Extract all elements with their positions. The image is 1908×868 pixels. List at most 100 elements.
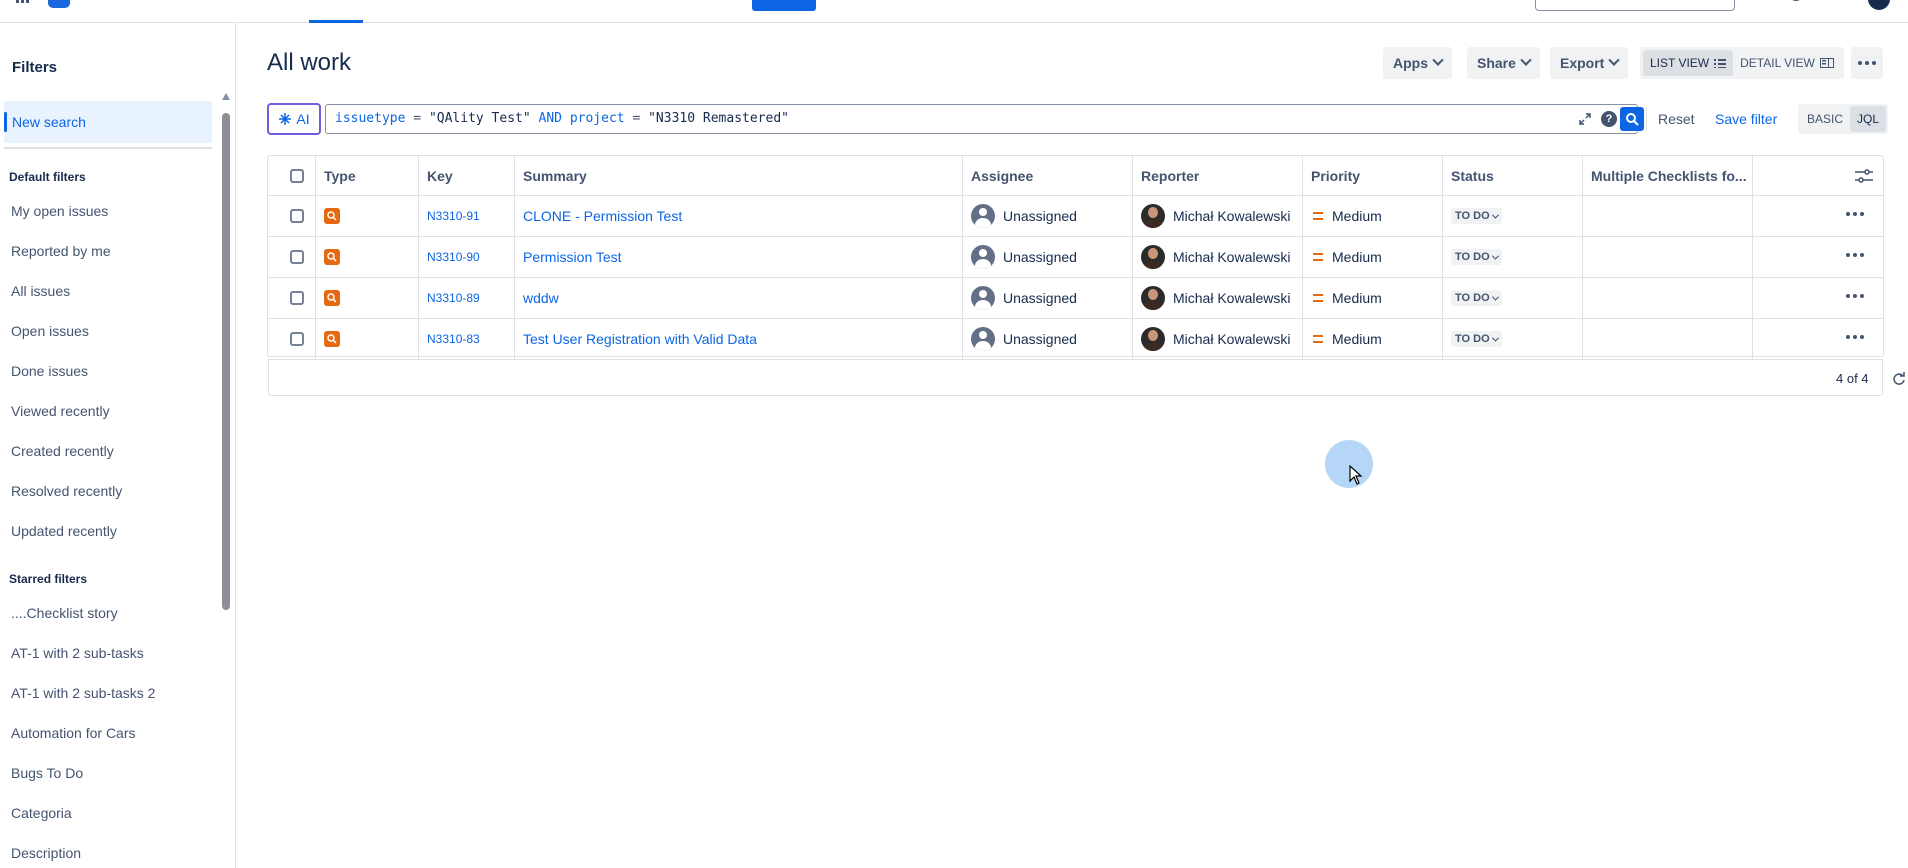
status-dropdown[interactable]: TO DO [1451,290,1502,306]
list-view-button[interactable]: LIST VIEW [1643,50,1734,76]
new-search-item[interactable]: New search [4,101,212,143]
column-header-assignee[interactable]: Assignee [963,156,1033,196]
global-search-input[interactable] [1535,0,1735,11]
starred-filter-item[interactable]: AT-1 with 2 sub-tasks [11,645,144,661]
table-row[interactable]: N3310-83 Test User Registration with Val… [268,319,1883,360]
filter-done-issues[interactable]: Done issues [11,363,88,379]
starred-filter-item[interactable]: Description [11,845,81,861]
assignee-name: Unassigned [1003,208,1077,224]
table-row[interactable]: N3310-90 Permission Test Unassigned Mich… [268,237,1883,278]
row-actions-button[interactable] [1846,294,1864,298]
starred-filter-item[interactable]: Automation for Cars [11,725,136,741]
notifications-icon[interactable] [1748,0,1764,6]
jql-input[interactable]: issuetype = "QAlity Test" AND project = … [325,104,1644,134]
issue-summary-link[interactable]: Test User Registration with Valid Data [523,331,757,347]
jql-value: "QAlity Test" [428,111,531,126]
issue-summary-link[interactable]: Permission Test [523,249,622,265]
filter-created-recently[interactable]: Created recently [11,443,114,459]
row-checkbox[interactable] [282,319,304,359]
basic-mode-button[interactable]: BASIC [1800,106,1850,132]
assignee-name: Unassigned [1003,290,1077,306]
apps-button[interactable]: Apps [1383,47,1452,79]
filter-open-issues[interactable]: Open issues [11,323,89,339]
share-button[interactable]: Share [1467,47,1540,79]
ai-label: AI [296,111,310,127]
scrollbar-thumb[interactable] [222,113,230,610]
column-header-status[interactable]: Status [1443,156,1494,196]
expand-icon[interactable] [1579,113,1591,125]
row-actions-button[interactable] [1846,212,1864,216]
ai-search-button[interactable]: AI [267,103,321,135]
refresh-icon[interactable] [1892,372,1906,386]
row-actions-button[interactable] [1846,253,1864,257]
more-actions-button[interactable] [1851,47,1883,79]
status-dropdown[interactable]: TO DO [1451,208,1502,224]
status-label: TO DO [1455,292,1490,304]
help-icon[interactable] [1788,0,1804,6]
app-logo[interactable] [48,0,70,8]
list-view-label: LIST VIEW [1650,56,1710,70]
settings-icon[interactable] [1828,0,1844,6]
filter-viewed-recently[interactable]: Viewed recently [11,403,110,419]
scroll-up-arrow[interactable] [222,93,230,100]
jql-query-text[interactable]: issuetype = "QAlity Test" AND project = … [335,111,789,126]
row-checkbox[interactable] [282,196,304,236]
apps-grid-icon[interactable] [16,0,30,8]
profile-avatar[interactable] [1868,0,1890,10]
column-header-type[interactable]: Type [316,156,356,196]
issue-type-icon [316,237,340,277]
select-all-checkbox[interactable] [282,156,304,196]
export-button[interactable]: Export [1550,47,1629,79]
jql-field: project [569,111,625,126]
status-dropdown[interactable]: TO DO [1451,331,1502,347]
issue-summary-link[interactable]: wddw [523,290,559,306]
row-checkbox[interactable] [282,237,304,277]
filter-updated-recently[interactable]: Updated recently [11,523,117,539]
reset-button[interactable]: Reset [1658,103,1695,135]
starred-filter-item[interactable]: Categoria [11,805,72,821]
jql-mode-button[interactable]: JQL [1850,106,1887,132]
jql-field: issuetype [335,111,406,126]
issue-summary-link[interactable]: CLONE - Permission Test [523,208,682,224]
priority-medium-icon [1313,212,1323,220]
filter-resolved-recently[interactable]: Resolved recently [11,483,122,499]
create-button[interactable] [752,0,816,11]
help-icon[interactable]: ? [1601,111,1617,127]
search-button[interactable] [1620,107,1644,131]
filter-all-issues[interactable]: All issues [11,283,70,299]
column-header-reporter[interactable]: Reporter [1133,156,1199,196]
reporter-name: Michał Kowalewski [1173,249,1291,265]
row-actions-button[interactable] [1846,335,1864,339]
results-count: 4 of 4 [1836,371,1869,386]
status-dropdown[interactable]: TO DO [1451,249,1502,265]
priority-medium-icon [1313,253,1323,261]
reporter-name: Michał Kowalewski [1173,208,1291,224]
export-label: Export [1560,55,1605,71]
table-row[interactable]: N3310-91 CLONE - Permission Test Unassig… [268,196,1883,237]
detail-view-icon [1819,58,1834,68]
detail-view-button[interactable]: DETAIL VIEW [1733,50,1841,76]
save-filter-button[interactable]: Save filter [1715,103,1777,135]
column-header-summary[interactable]: Summary [515,156,587,196]
table-footer: 4 of 4 [268,360,1905,396]
issue-key-link[interactable]: N3310-83 [427,332,480,346]
issue-key-link[interactable]: N3310-90 [427,250,480,264]
row-checkbox[interactable] [282,278,304,318]
column-header-key[interactable]: Key [419,156,453,196]
sidebar-scrollbar[interactable] [221,93,231,868]
reporter-avatar [1141,327,1165,351]
issue-key-link[interactable]: N3310-91 [427,209,480,223]
column-header-multiple-checklists[interactable]: Multiple Checklists fo... [1583,156,1751,196]
priority-medium-icon [1313,294,1323,302]
filter-my-open-issues[interactable]: My open issues [11,203,108,219]
filter-reported-by-me[interactable]: Reported by me [11,243,111,259]
column-settings-icon[interactable] [1847,156,1873,196]
issue-key-link[interactable]: N3310-89 [427,291,480,305]
table-row[interactable]: N3310-89 wddw Unassigned Michał Kowalews… [268,278,1883,319]
page-title: All work [267,49,352,76]
status-label: TO DO [1455,251,1490,263]
starred-filter-item[interactable]: Bugs To Do [11,765,83,781]
starred-filter-item[interactable]: ....Checklist story [11,605,118,621]
starred-filter-item[interactable]: AT-1 with 2 sub-tasks 2 [11,685,155,701]
column-header-priority[interactable]: Priority [1303,156,1360,196]
